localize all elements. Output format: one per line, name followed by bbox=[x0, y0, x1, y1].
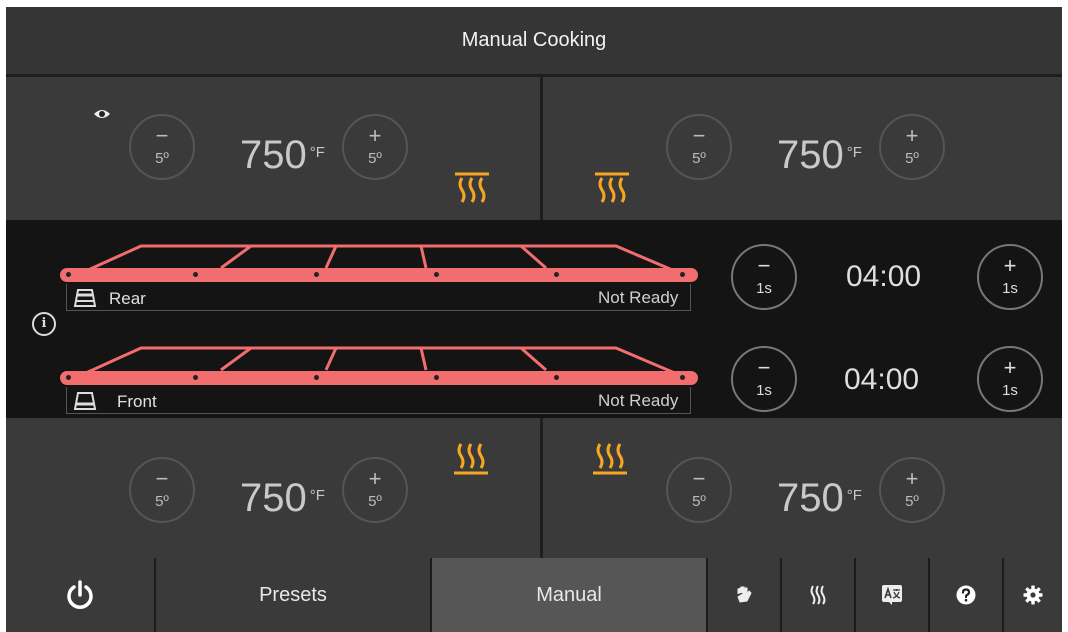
temp-decrease-button[interactable]: − 5º bbox=[666, 457, 732, 523]
minus-symbol: − bbox=[692, 123, 706, 148]
zone-top-right: − 5º 750 °F + 5º bbox=[543, 77, 1062, 220]
rear-oven-icon bbox=[73, 289, 97, 307]
temp-decrease-button[interactable]: − 5º bbox=[129, 457, 195, 523]
zone-top-left: − 5º 750 °F + 5º bbox=[6, 77, 540, 220]
temperature-number: 750 bbox=[777, 476, 844, 520]
temperature-value: 750 °F bbox=[777, 478, 862, 518]
conveyor-time: 04:00 bbox=[844, 363, 920, 396]
gear-icon bbox=[1023, 585, 1043, 605]
minus-symbol: − bbox=[692, 466, 706, 491]
steam-button[interactable] bbox=[782, 558, 854, 632]
temperature-number: 750 bbox=[777, 133, 844, 177]
plus-symbol: + bbox=[368, 123, 382, 148]
conveyor-name: Front bbox=[117, 392, 157, 411]
heating-element-icon bbox=[455, 172, 489, 203]
footer-bar: Presets Manual bbox=[6, 558, 1062, 632]
plus-symbol: + bbox=[905, 466, 919, 491]
step-label: 5º bbox=[368, 150, 382, 167]
step-label: 1s bbox=[1002, 280, 1018, 297]
minus-symbol: − bbox=[155, 123, 169, 148]
conveyor-rollers bbox=[60, 375, 698, 381]
step-label: 1s bbox=[756, 382, 772, 399]
temperature-value: 750 °F bbox=[240, 135, 325, 175]
minus-symbol: − bbox=[155, 466, 169, 491]
tab-manual[interactable]: Manual bbox=[432, 558, 706, 632]
zone-bottom-right: − 5º 750 °F + 5º bbox=[543, 418, 1062, 558]
step-label: 5º bbox=[692, 150, 706, 167]
minus-symbol: − bbox=[757, 253, 771, 278]
temperature-unit: °F bbox=[309, 487, 325, 504]
conveyor-status: Not Ready bbox=[598, 391, 679, 410]
plus-symbol: + bbox=[368, 466, 382, 491]
help-icon bbox=[956, 585, 976, 605]
temp-increase-button[interactable]: + 5º bbox=[879, 457, 945, 523]
eye-icon bbox=[94, 110, 110, 118]
zone-bottom-left: − 5º 750 °F + 5º bbox=[6, 418, 540, 558]
help-button[interactable] bbox=[930, 558, 1002, 632]
conveyor-panel: i Rear Not Ready − 1s 04:00 + 1s Front N… bbox=[6, 220, 1062, 418]
step-label: 5º bbox=[155, 150, 169, 167]
page-title: Manual Cooking bbox=[461, 29, 607, 51]
conveyor-time: 04:00 bbox=[846, 260, 922, 293]
translate-icon bbox=[882, 585, 902, 605]
time-decrease-button[interactable]: − 1s bbox=[731, 244, 797, 310]
temperature-value: 750 °F bbox=[777, 135, 862, 175]
temperature-unit: °F bbox=[309, 144, 325, 161]
tab-presets[interactable]: Presets bbox=[156, 558, 430, 632]
step-label: 5º bbox=[155, 493, 169, 510]
heating-element-icon bbox=[593, 443, 627, 475]
info-icon[interactable]: i bbox=[32, 312, 56, 336]
conveyor-rollers bbox=[60, 272, 698, 278]
temperature-unit: °F bbox=[846, 487, 862, 504]
step-label: 5º bbox=[905, 150, 919, 167]
heating-element-icon bbox=[595, 172, 629, 203]
temperature-number: 750 bbox=[240, 476, 307, 520]
step-label: 5º bbox=[905, 493, 919, 510]
time-increase-button[interactable]: + 1s bbox=[977, 244, 1043, 310]
temp-decrease-button[interactable]: − 5º bbox=[129, 114, 195, 180]
cleaning-hand-icon bbox=[737, 586, 752, 603]
temperature-value: 750 °F bbox=[240, 478, 325, 518]
front-oven-icon bbox=[73, 392, 97, 410]
temperature-number: 750 bbox=[240, 133, 307, 177]
plus-symbol: + bbox=[1003, 253, 1017, 278]
settings-button[interactable] bbox=[1004, 558, 1062, 632]
time-decrease-button[interactable]: − 1s bbox=[731, 346, 797, 412]
plus-symbol: + bbox=[905, 123, 919, 148]
power-button[interactable] bbox=[6, 558, 154, 632]
steam-icon bbox=[810, 585, 826, 605]
minus-symbol: − bbox=[757, 355, 771, 380]
title-bar: Manual Cooking bbox=[6, 7, 1062, 77]
temp-increase-button[interactable]: + 5º bbox=[342, 114, 408, 180]
language-button[interactable] bbox=[856, 558, 928, 632]
power-icon bbox=[67, 580, 93, 609]
temp-increase-button[interactable]: + 5º bbox=[342, 457, 408, 523]
temperature-unit: °F bbox=[846, 144, 862, 161]
temp-decrease-button[interactable]: − 5º bbox=[666, 114, 732, 180]
step-label: 5º bbox=[692, 493, 706, 510]
step-label: 1s bbox=[1002, 382, 1018, 399]
step-label: 1s bbox=[756, 280, 772, 297]
app-window: Manual Cooking − 5º 750 °F + 5º − 5º 750… bbox=[6, 7, 1062, 632]
temp-increase-button[interactable]: + 5º bbox=[879, 114, 945, 180]
plus-symbol: + bbox=[1003, 355, 1017, 380]
step-label: 5º bbox=[368, 493, 382, 510]
conveyor-status: Not Ready bbox=[598, 288, 679, 307]
conveyor-name: Rear bbox=[109, 289, 146, 308]
cleaning-button[interactable] bbox=[708, 558, 780, 632]
time-increase-button[interactable]: + 1s bbox=[977, 346, 1043, 412]
heating-element-icon bbox=[454, 443, 488, 475]
